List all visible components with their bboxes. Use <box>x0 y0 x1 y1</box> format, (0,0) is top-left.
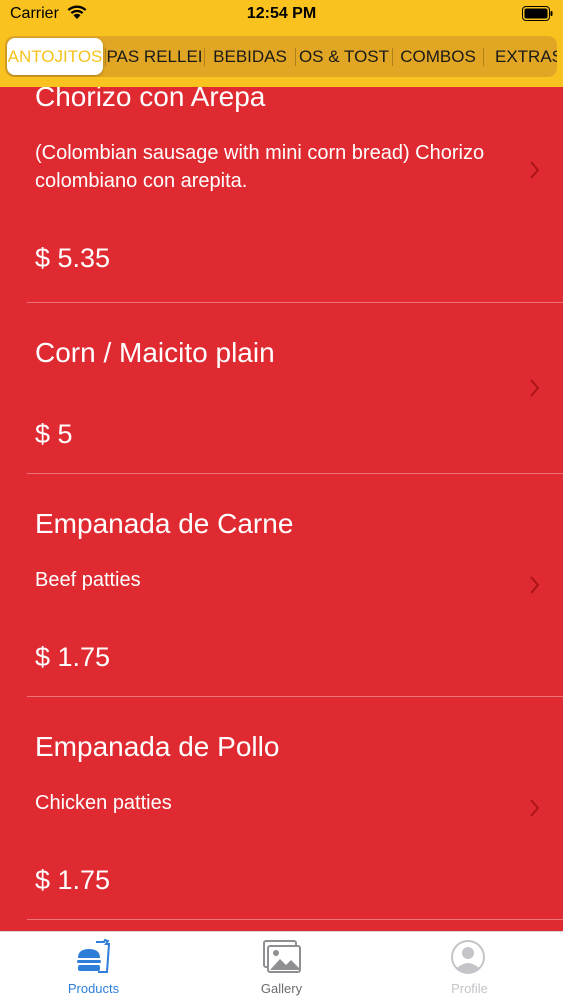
product-description: Beef patties <box>35 569 141 591</box>
category-tab-combos[interactable]: COMBOS <box>393 38 483 75</box>
row-separator <box>27 919 563 920</box>
product-row[interactable]: Empanada de Pollo Chicken patties $ 1.75 <box>0 697 563 919</box>
product-price: $ 5 <box>35 419 73 449</box>
product-description: Chicken patties <box>35 792 172 814</box>
chevron-right-icon <box>528 574 542 596</box>
product-description: (Colombian sausage with mini corn bread)… <box>35 142 485 192</box>
product-price: $ 1.75 <box>35 865 111 895</box>
product-price: $ 1.75 <box>35 642 111 672</box>
header: Carrier 12:54 PM ANTOJITOS PAS RELLEI BE… <box>0 0 563 87</box>
category-tab-bebidas[interactable]: BEBIDAS <box>205 38 295 75</box>
status-bar: Carrier 12:54 PM <box>0 0 563 30</box>
product-row[interactable]: Chorizo con Arepa (Colombian sausage wit… <box>0 87 563 303</box>
tab-profile[interactable]: Profile <box>376 932 563 1001</box>
gallery-icon <box>263 940 301 973</box>
product-name: Chorizo con Arepa <box>35 87 266 112</box>
product-row[interactable]: Corn / Maicito plain $ 5 <box>0 303 563 473</box>
product-list: Chorizo con Arepa (Colombian sausage wit… <box>0 87 563 931</box>
category-tab-antojitos[interactable]: ANTOJITOS <box>7 38 103 75</box>
clock-label: 12:54 PM <box>246 5 317 22</box>
category-tab-postres[interactable]: OS & TOST <box>296 38 392 75</box>
battery-icon <box>522 6 553 21</box>
product-name: Empanada de Carne <box>35 508 294 539</box>
tab-label: Profile <box>451 981 488 996</box>
chevron-right-icon <box>528 797 542 819</box>
tab-label: Products <box>67 981 120 996</box>
category-tab-extras[interactable]: EXTRAS <box>484 38 557 75</box>
tab-label: Gallery <box>260 981 303 996</box>
product-price: $ 5.35 <box>35 243 111 273</box>
chevron-right-icon <box>528 159 542 181</box>
chevron-right-icon <box>528 377 542 399</box>
profile-icon <box>451 940 485 974</box>
tab-gallery[interactable]: Gallery <box>188 932 375 1001</box>
product-name: Empanada de Pollo <box>35 731 280 762</box>
product-row[interactable]: Empanada de Carne Beef patties $ 1.75 <box>0 474 563 696</box>
tab-products[interactable]: Products <box>0 932 187 1001</box>
tab-bar: Products Gallery Profile <box>0 931 563 1001</box>
category-segmented-control: ANTOJITOS PAS RELLEI BEBIDAS OS & TOST C… <box>5 36 557 77</box>
category-tab-papas-rellenas[interactable]: PAS RELLEI <box>106 38 203 75</box>
fast-food-icon <box>77 938 111 973</box>
product-name: Corn / Maicito plain <box>35 337 275 368</box>
